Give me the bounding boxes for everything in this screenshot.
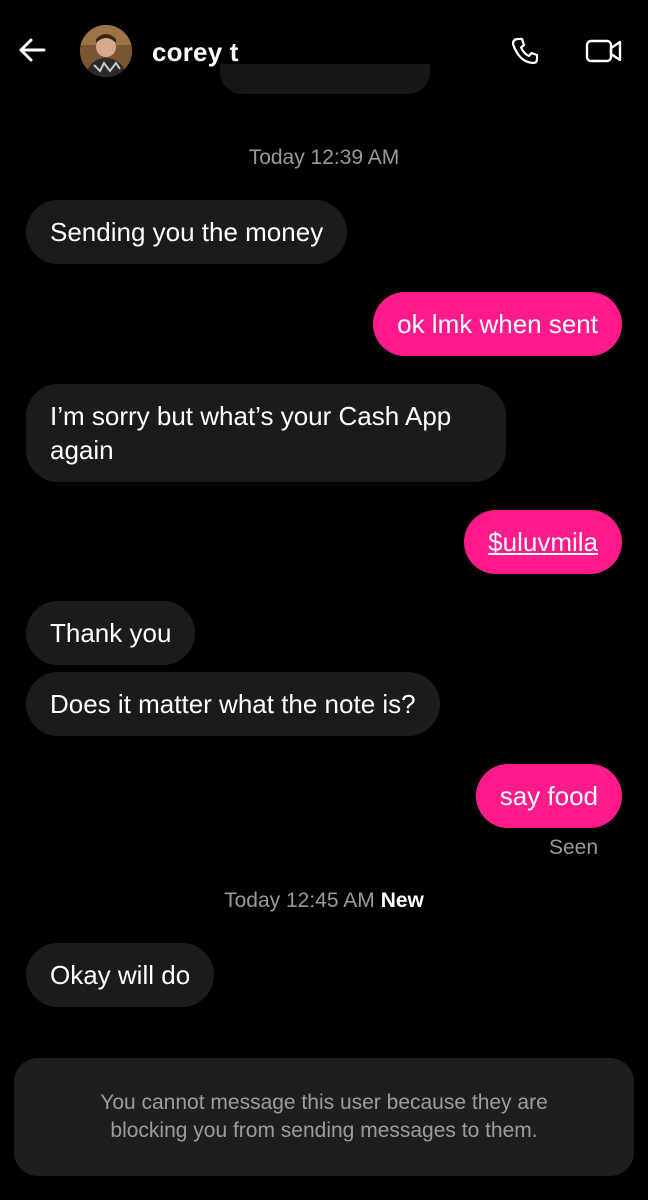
message-outgoing[interactable]: ok lmk when sent — [373, 292, 622, 356]
call-button[interactable] — [506, 36, 544, 70]
seen-status: Seen — [548, 836, 598, 859]
message-incoming[interactable]: Sending you the money — [26, 200, 348, 264]
message-incoming[interactable]: I’m sorry but what’s your Cash App again — [26, 384, 506, 482]
message-outgoing[interactable]: say food — [475, 764, 622, 828]
back-button[interactable] — [14, 34, 50, 70]
previous-message-edge — [220, 64, 430, 94]
video-camera-icon — [584, 36, 624, 71]
message-incoming[interactable]: Does it matter what the note is? — [26, 672, 440, 736]
timestamp: Today 12:45 AM New — [0, 889, 648, 913]
message-incoming[interactable]: Okay will do — [26, 943, 215, 1007]
arrow-left-icon — [16, 34, 48, 71]
avatar[interactable] — [80, 25, 132, 77]
timestamp-text: Today 12:39 AM — [248, 146, 400, 169]
message-outgoing-link[interactable]: $uluvmila — [464, 510, 622, 574]
video-call-button[interactable] — [582, 36, 626, 70]
message-incoming[interactable]: Thank you — [26, 601, 196, 665]
new-badge: New — [380, 889, 424, 912]
timestamp: Today 12:39 AM — [0, 146, 648, 170]
timestamp-text: Today 12:45 AM — [224, 889, 375, 912]
phone-icon — [509, 35, 541, 72]
blocked-notice: You cannot message this user because the… — [14, 1058, 634, 1176]
blocked-notice-text: You cannot message this user because the… — [100, 1091, 548, 1142]
